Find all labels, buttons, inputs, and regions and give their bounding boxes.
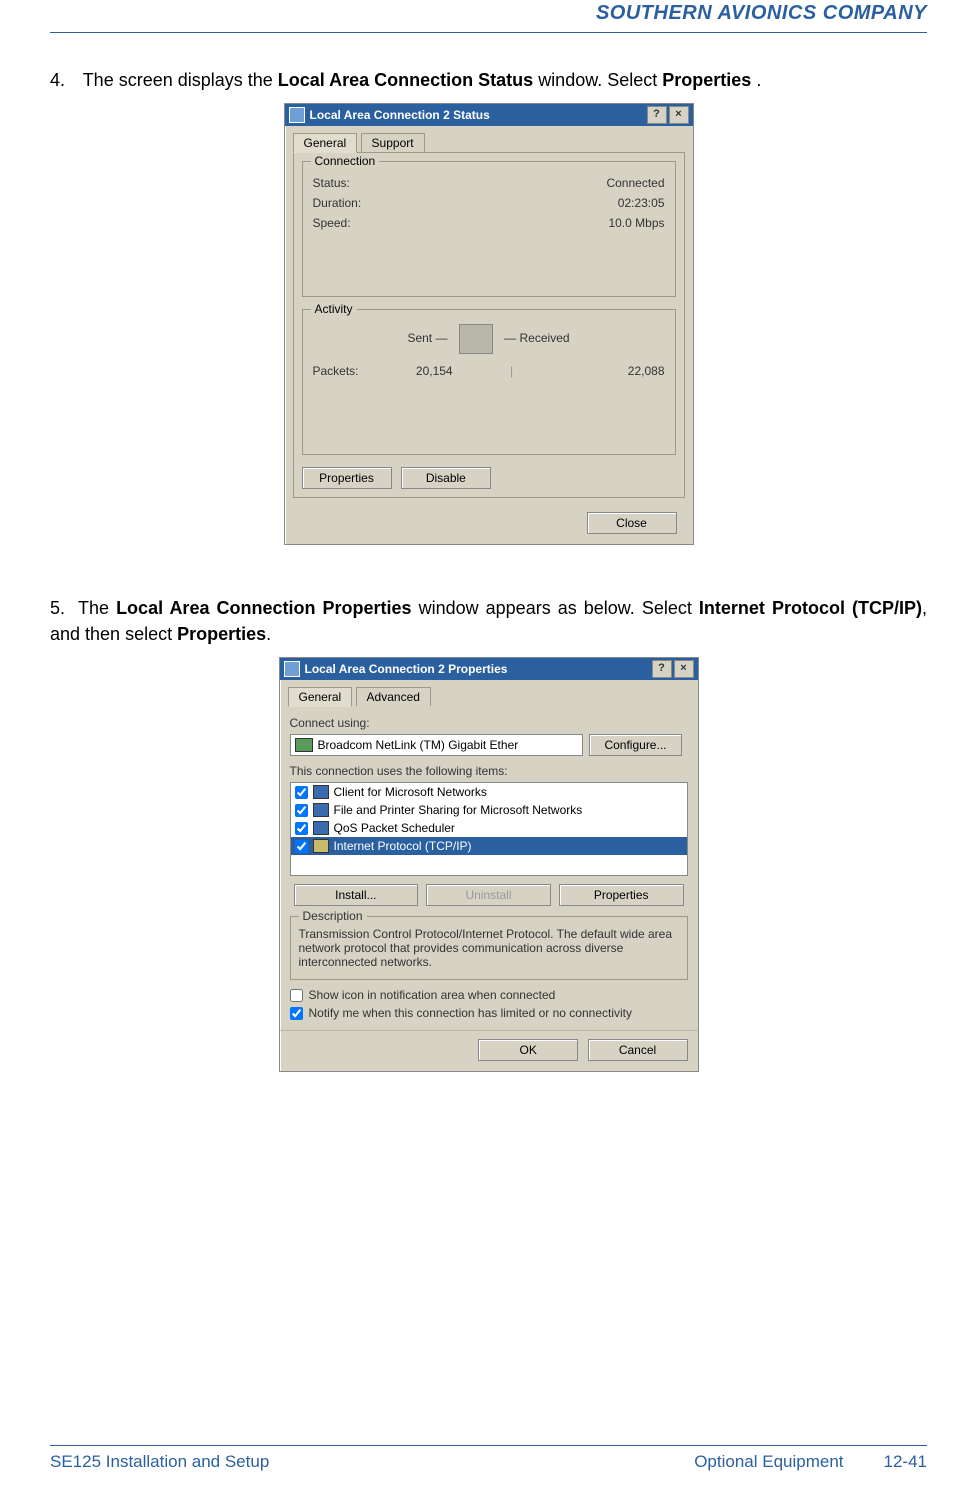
properties-button[interactable]: Properties [302,467,392,489]
item-properties-button[interactable]: Properties [559,884,684,906]
tab-general[interactable]: General [288,687,353,707]
item-checkbox[interactable] [295,804,308,817]
packets-label: Packets: [313,364,359,378]
item-checkbox[interactable] [295,822,308,835]
connection-group: Connection Status: Connected Duration: 0… [302,161,676,297]
status-dialog: Local Area Connection 2 Status ? × Gener… [284,103,694,545]
nic-icon [295,738,313,752]
description-legend: Description [299,909,367,923]
footer-section: Optional Equipment [694,1452,843,1472]
status-title: Local Area Connection 2 Status [310,108,490,122]
network-icon [284,661,300,677]
step5-bold-3: Properties [177,624,266,644]
step-4: 4. The screen displays the Local Area Co… [50,67,927,93]
close-icon[interactable]: × [674,660,694,678]
status-value: Connected [606,176,664,190]
step4-bold-1: Local Area Connection Status [278,70,533,90]
activity-legend: Activity [311,302,357,316]
item-label: Client for Microsoft Networks [334,785,487,799]
activity-icon [459,324,493,354]
page-footer: SE125 Installation and Setup Optional Eq… [50,1445,927,1472]
footer-left: SE125 Installation and Setup [50,1452,269,1472]
step4-number: 4. [50,67,78,93]
service-icon [313,821,329,835]
footer-page: 12-41 [884,1452,927,1472]
speed-value: 10.0 Mbps [608,216,664,230]
tab-support[interactable]: Support [361,133,425,152]
step4-text-3: . [756,70,761,90]
brand-header: SOUTHERN AVIONICS COMPANY [50,0,927,27]
tab-general[interactable]: General [293,133,358,153]
step4-text-2: window. Select [538,70,662,90]
tab-advanced[interactable]: Advanced [356,687,431,706]
duration-value: 02:23:05 [618,196,665,210]
disable-button[interactable]: Disable [401,467,491,489]
uses-label: This connection uses the following items… [290,764,688,778]
notify-input[interactable] [290,1007,303,1020]
list-item[interactable]: QoS Packet Scheduler [291,819,687,837]
item-label: Internet Protocol (TCP/IP) [334,839,472,853]
item-label: File and Printer Sharing for Microsoft N… [334,803,583,817]
configure-button[interactable]: Configure... [589,734,681,756]
ok-button[interactable]: OK [478,1039,578,1061]
props-title: Local Area Connection 2 Properties [305,662,508,676]
speed-label: Speed: [313,216,351,230]
activity-group: Activity Sent — — Received Packets: 20,1… [302,309,676,455]
status-label: Status: [313,176,350,190]
packets-received: 22,088 [513,364,664,378]
notify-label: Notify me when this connection has limit… [309,1006,633,1020]
cancel-button[interactable]: Cancel [588,1039,688,1061]
help-button[interactable]: ? [647,106,667,124]
service-icon [313,803,329,817]
step4-bold-2: Properties [662,70,751,90]
adapter-field[interactable]: Broadcom NetLink (TM) Gigabit Ether [290,734,584,756]
sent-label: Sent [407,331,432,345]
uninstall-button: Uninstall [426,884,551,906]
protocol-icon [313,839,329,853]
props-titlebar[interactable]: Local Area Connection 2 Properties ? × [280,658,698,680]
connect-using-label: Connect using: [290,716,688,730]
step-5: 5.The Local Area Connection Properties w… [50,595,927,647]
step5-number: 5. [50,595,78,621]
item-checkbox[interactable] [295,786,308,799]
step5-bold-1: Local Area Connection Properties [116,598,412,618]
step5-bold-2: Internet Protocol (TCP/IP) [699,598,922,618]
header-rule [50,32,927,33]
list-item-selected[interactable]: Internet Protocol (TCP/IP) [291,837,687,855]
close-button[interactable]: Close [587,512,677,534]
notify-checkbox[interactable]: Notify me when this connection has limit… [290,1006,688,1020]
adapter-name: Broadcom NetLink (TM) Gigabit Ether [318,738,519,752]
step5-text-1: The [78,598,116,618]
step4-text-1: The screen displays the [83,70,278,90]
list-item[interactable]: Client for Microsoft Networks [291,783,687,801]
connection-legend: Connection [311,154,380,168]
status-titlebar[interactable]: Local Area Connection 2 Status ? × [285,104,693,126]
show-icon-input[interactable] [290,989,303,1002]
service-icon [313,785,329,799]
network-icon [289,107,305,123]
install-button[interactable]: Install... [294,884,419,906]
list-item[interactable]: File and Printer Sharing for Microsoft N… [291,801,687,819]
help-button[interactable]: ? [652,660,672,678]
packets-sent: 20,154 [359,364,510,378]
items-listbox[interactable]: Client for Microsoft Networks File and P… [290,782,688,876]
step5-text-2: window appears as below. Select [412,598,699,618]
description-text: Transmission Control Protocol/Internet P… [299,927,673,969]
description-group: Description Transmission Control Protoco… [290,916,688,980]
step5-text-4: . [266,624,271,644]
item-checkbox[interactable] [295,840,308,853]
show-icon-label: Show icon in notification area when conn… [309,988,556,1002]
properties-dialog: Local Area Connection 2 Properties ? × G… [279,657,699,1072]
duration-label: Duration: [313,196,362,210]
item-label: QoS Packet Scheduler [334,821,455,835]
received-label: Received [520,331,570,345]
close-icon[interactable]: × [669,106,689,124]
show-icon-checkbox[interactable]: Show icon in notification area when conn… [290,988,688,1002]
